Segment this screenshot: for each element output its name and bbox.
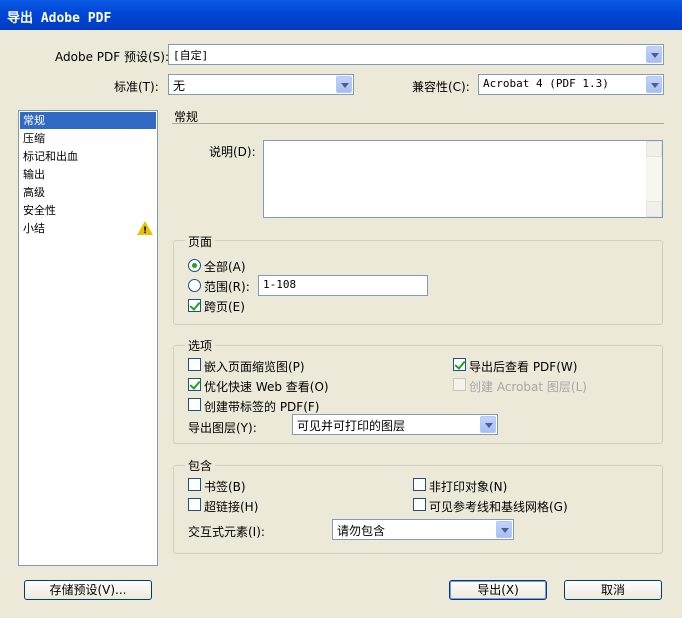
nonprinting-checkbox[interactable] bbox=[413, 478, 426, 491]
sidebar-item-advanced[interactable]: 高级 bbox=[20, 184, 156, 201]
chevron-down-icon[interactable] bbox=[646, 46, 662, 63]
interactive-elements-dropdown[interactable]: 请勿包含 bbox=[332, 519, 514, 540]
export-button[interactable]: 导出(X) bbox=[449, 580, 547, 600]
preset-dropdown[interactable]: [自定] bbox=[168, 44, 664, 65]
export-pdf-dialog: 导出 Adobe PDF Adobe PDF 预设(S): [自定] 标准(T)… bbox=[0, 0, 682, 618]
export-layers-dropdown[interactable]: 可见并可打印的图层 bbox=[292, 414, 498, 435]
scroll-down-icon[interactable] bbox=[646, 201, 662, 217]
sidebar-item-label: 小结 bbox=[23, 222, 45, 235]
optimize-web-label: 优化快速 Web 查看(O) bbox=[204, 380, 329, 394]
title-bar[interactable]: 导出 Adobe PDF bbox=[0, 0, 682, 30]
acrobat-layers-label: 创建 Acrobat 图层(L) bbox=[469, 380, 587, 394]
hyperlinks-label: 超链接(H) bbox=[204, 500, 259, 514]
options-group-title: 选项 bbox=[185, 337, 216, 354]
compat-dropdown[interactable]: Acrobat 4 (PDF 1.3) bbox=[478, 74, 664, 95]
guides-checkbox[interactable] bbox=[413, 498, 426, 511]
standard-dropdown[interactable]: 无 bbox=[168, 74, 354, 95]
embed-thumbnails-label: 嵌入页面缩览图(P) bbox=[204, 360, 305, 374]
chevron-down-icon[interactable] bbox=[646, 76, 662, 93]
guides-label: 可见参考线和基线网格(G) bbox=[429, 500, 568, 514]
compat-value: Acrobat 4 (PDF 1.3) bbox=[483, 77, 609, 90]
description-scrollbar[interactable] bbox=[646, 141, 662, 217]
description-label: 说明(D): bbox=[209, 145, 256, 159]
warning-mark: ! bbox=[143, 226, 148, 236]
window-title: 导出 Adobe PDF bbox=[7, 11, 112, 26]
sidebar-item-marks-bleeds[interactable]: 标记和出血 bbox=[20, 148, 156, 165]
include-group-title: 包含 bbox=[185, 457, 216, 474]
chevron-down-icon[interactable] bbox=[480, 416, 496, 433]
view-after-export-checkbox[interactable] bbox=[453, 358, 466, 371]
sidebar-item-general[interactable]: 常规 bbox=[20, 112, 156, 129]
sidebar-item-summary[interactable]: 小结 ! bbox=[20, 220, 156, 237]
bookmarks-label: 书签(B) bbox=[204, 480, 246, 494]
nonprinting-label: 非打印对象(N) bbox=[429, 480, 508, 494]
interactive-elements-value: 请勿包含 bbox=[337, 524, 386, 538]
spreads-label: 跨页(E) bbox=[204, 300, 245, 314]
standard-value: 无 bbox=[173, 79, 186, 93]
preset-label: Adobe PDF 预设(S): bbox=[55, 50, 169, 64]
scroll-up-icon[interactable] bbox=[646, 141, 662, 157]
page-range-input[interactable]: 1-108 bbox=[258, 275, 428, 296]
chevron-down-icon[interactable] bbox=[336, 76, 352, 93]
compat-label: 兼容性(C): bbox=[412, 80, 470, 94]
all-pages-radio[interactable] bbox=[188, 259, 201, 272]
tagged-pdf-checkbox[interactable] bbox=[188, 398, 201, 411]
acrobat-layers-checkbox bbox=[453, 378, 466, 391]
sidebar-item-output[interactable]: 输出 bbox=[20, 166, 156, 183]
hyperlinks-checkbox[interactable] bbox=[188, 498, 201, 511]
description-field[interactable] bbox=[263, 140, 663, 218]
save-preset-button[interactable]: 存储预设(V)... bbox=[24, 580, 152, 600]
pages-group-title: 页面 bbox=[185, 233, 216, 250]
export-layers-value: 可见并可打印的图层 bbox=[297, 419, 406, 433]
all-pages-label: 全部(A) bbox=[204, 260, 246, 274]
optimize-web-checkbox[interactable] bbox=[188, 378, 201, 391]
standard-label: 标准(T): bbox=[114, 80, 159, 94]
range-radio[interactable] bbox=[188, 279, 201, 292]
export-layers-label: 导出图层(Y): bbox=[188, 421, 257, 435]
page-range-value: 1-108 bbox=[263, 278, 297, 291]
bookmarks-checkbox[interactable] bbox=[188, 478, 201, 491]
embed-thumbnails-checkbox[interactable] bbox=[188, 358, 201, 371]
chevron-down-icon[interactable] bbox=[496, 521, 512, 538]
view-after-export-label: 导出后查看 PDF(W) bbox=[469, 360, 578, 374]
tagged-pdf-label: 创建带标签的 PDF(F) bbox=[204, 400, 320, 414]
sidebar-item-security[interactable]: 安全性 bbox=[20, 202, 156, 219]
range-label: 范围(R): bbox=[204, 280, 250, 294]
category-list[interactable]: 常规 压缩 标记和出血 输出 高级 安全性 小结 ! bbox=[18, 110, 158, 566]
sidebar-item-compression[interactable]: 压缩 bbox=[20, 130, 156, 147]
interactive-elements-label: 交互式元素(I): bbox=[188, 525, 265, 539]
spreads-checkbox[interactable] bbox=[188, 299, 201, 312]
preset-value: [自定] bbox=[173, 49, 209, 62]
cancel-button[interactable]: 取消 bbox=[564, 580, 662, 600]
section-divider bbox=[172, 123, 664, 124]
